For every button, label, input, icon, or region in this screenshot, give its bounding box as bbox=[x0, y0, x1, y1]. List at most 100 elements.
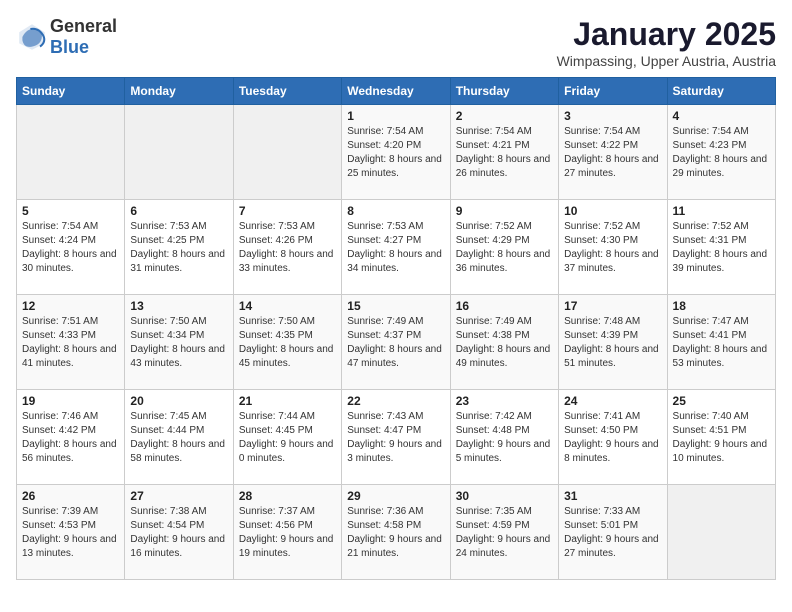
day-info: Sunrise: 7:36 AM Sunset: 4:58 PM Dayligh… bbox=[347, 505, 444, 561]
calendar-cell: 10Sunrise: 7:52 AM Sunset: 4:30 PM Dayli… bbox=[559, 200, 667, 295]
day-number: 2 bbox=[456, 109, 553, 123]
day-number: 23 bbox=[456, 394, 553, 408]
day-number: 13 bbox=[130, 299, 227, 313]
day-number: 17 bbox=[564, 299, 661, 313]
calendar-cell: 28 Sunrise: 7:37 AM Sunset: 4:56 PM Dayli… bbox=[233, 485, 341, 580]
day-number: 3 bbox=[564, 109, 661, 123]
day-number: 16 bbox=[456, 299, 553, 313]
day-number: 12 bbox=[22, 299, 119, 313]
day-number: 30 bbox=[456, 489, 553, 503]
day-info: Sunrise: 7:44 AM Sunset: 4:45 PM Dayligh… bbox=[239, 410, 336, 466]
calendar-cell: 20 Sunrise: 7:45 AM Sunset: 4:44 PM Dayli… bbox=[125, 390, 233, 485]
day-number: 6 bbox=[130, 204, 227, 218]
day-number: 19 bbox=[22, 394, 119, 408]
day-info: Sunrise: 7:49 AM Sunset: 4:37 PM Dayligh… bbox=[347, 315, 444, 371]
calendar-cell: 26Sunrise: 7:39 AM Sunset: 4:53 PM Dayli… bbox=[17, 485, 125, 580]
day-number: 4 bbox=[673, 109, 770, 123]
day-info: Sunrise: 7:53 AM Sunset: 4:27 PM Dayligh… bbox=[347, 220, 444, 276]
calendar-week-row: 5 Sunrise: 7:54 AM Sunset: 4:24 PM Daylig… bbox=[17, 200, 776, 295]
calendar-cell: 5 Sunrise: 7:54 AM Sunset: 4:24 PM Daylig… bbox=[17, 200, 125, 295]
day-number: 28 bbox=[239, 489, 336, 503]
calendar-cell: 1Sunrise: 7:54 AM Sunset: 4:20 PM Daylig… bbox=[342, 105, 450, 200]
day-number: 1 bbox=[347, 109, 444, 123]
day-number: 8 bbox=[347, 204, 444, 218]
day-info: Sunrise: 7:52 AM Sunset: 4:31 PM Dayligh… bbox=[673, 220, 770, 276]
column-header-thursday: Thursday bbox=[450, 78, 558, 105]
day-number: 22 bbox=[347, 394, 444, 408]
day-info: Sunrise: 7:42 AM Sunset: 4:48 PM Dayligh… bbox=[456, 410, 553, 466]
day-number: 21 bbox=[239, 394, 336, 408]
calendar-cell: 7Sunrise: 7:53 AM Sunset: 4:26 PM Daylig… bbox=[233, 200, 341, 295]
calendar-cell bbox=[17, 105, 125, 200]
calendar-cell bbox=[233, 105, 341, 200]
calendar-cell: 4 Sunrise: 7:54 AM Sunset: 4:23 PM Daylig… bbox=[667, 105, 775, 200]
calendar-cell: 2 Sunrise: 7:54 AM Sunset: 4:21 PM Daylig… bbox=[450, 105, 558, 200]
calendar-cell: 30Sunrise: 7:35 AM Sunset: 4:59 PM Dayli… bbox=[450, 485, 558, 580]
day-info: Sunrise: 7:53 AM Sunset: 4:25 PM Dayligh… bbox=[130, 220, 227, 276]
calendar-cell: 6 Sunrise: 7:53 AM Sunset: 4:25 PM Daylig… bbox=[125, 200, 233, 295]
calendar-cell: 23 Sunrise: 7:42 AM Sunset: 4:48 PM Dayli… bbox=[450, 390, 558, 485]
day-info: Sunrise: 7:37 AM Sunset: 4:56 PM Dayligh… bbox=[239, 505, 336, 561]
column-header-monday: Monday bbox=[125, 78, 233, 105]
day-info: Sunrise: 7:50 AM Sunset: 4:35 PM Dayligh… bbox=[239, 315, 336, 371]
calendar-cell bbox=[667, 485, 775, 580]
day-number: 15 bbox=[347, 299, 444, 313]
day-number: 25 bbox=[673, 394, 770, 408]
day-info: Sunrise: 7:52 AM Sunset: 4:29 PM Dayligh… bbox=[456, 220, 553, 276]
day-info: Sunrise: 7:45 AM Sunset: 4:44 PM Dayligh… bbox=[130, 410, 227, 466]
day-info: Sunrise: 7:52 AM Sunset: 4:30 PM Dayligh… bbox=[564, 220, 661, 276]
day-number: 20 bbox=[130, 394, 227, 408]
calendar-cell: 24 Sunrise: 7:41 AM Sunset: 4:50 PM Dayli… bbox=[559, 390, 667, 485]
day-info: Sunrise: 7:54 AM Sunset: 4:23 PM Dayligh… bbox=[673, 125, 770, 181]
day-info: Sunrise: 7:49 AM Sunset: 4:38 PM Dayligh… bbox=[456, 315, 553, 371]
day-number: 24 bbox=[564, 394, 661, 408]
day-number: 9 bbox=[456, 204, 553, 218]
month-title: January 2025 bbox=[557, 16, 776, 53]
calendar-cell: 8 Sunrise: 7:53 AM Sunset: 4:27 PM Daylig… bbox=[342, 200, 450, 295]
day-info: Sunrise: 7:39 AM Sunset: 4:53 PM Dayligh… bbox=[22, 505, 119, 561]
column-header-wednesday: Wednesday bbox=[342, 78, 450, 105]
day-number: 31 bbox=[564, 489, 661, 503]
page-header: General Blue January 2025 Wimpassing, Up… bbox=[16, 16, 776, 69]
calendar-week-row: 26Sunrise: 7:39 AM Sunset: 4:53 PM Dayli… bbox=[17, 485, 776, 580]
location-subtitle: Wimpassing, Upper Austria, Austria bbox=[557, 53, 776, 69]
day-info: Sunrise: 7:54 AM Sunset: 4:21 PM Dayligh… bbox=[456, 125, 553, 181]
calendar-cell: 15 Sunrise: 7:49 AM Sunset: 4:37 PM Dayli… bbox=[342, 295, 450, 390]
day-info: Sunrise: 7:46 AM Sunset: 4:42 PM Dayligh… bbox=[22, 410, 119, 466]
day-info: Sunrise: 7:48 AM Sunset: 4:39 PM Dayligh… bbox=[564, 315, 661, 371]
column-header-tuesday: Tuesday bbox=[233, 78, 341, 105]
day-info: Sunrise: 7:54 AM Sunset: 4:24 PM Dayligh… bbox=[22, 220, 119, 276]
column-header-friday: Friday bbox=[559, 78, 667, 105]
calendar-cell: 3 Sunrise: 7:54 AM Sunset: 4:22 PM Daylig… bbox=[559, 105, 667, 200]
day-info: Sunrise: 7:53 AM Sunset: 4:26 PM Dayligh… bbox=[239, 220, 336, 276]
calendar-cell: 9 Sunrise: 7:52 AM Sunset: 4:29 PM Daylig… bbox=[450, 200, 558, 295]
day-number: 11 bbox=[673, 204, 770, 218]
logo-icon bbox=[16, 21, 48, 53]
calendar-cell: 22 Sunrise: 7:43 AM Sunset: 4:47 PM Dayli… bbox=[342, 390, 450, 485]
calendar-cell: 13 Sunrise: 7:50 AM Sunset: 4:34 PM Dayli… bbox=[125, 295, 233, 390]
calendar-week-row: 12Sunrise: 7:51 AM Sunset: 4:33 PM Dayli… bbox=[17, 295, 776, 390]
calendar-cell: 11 Sunrise: 7:52 AM Sunset: 4:31 PM Dayli… bbox=[667, 200, 775, 295]
logo-blue-text: Blue bbox=[50, 37, 89, 57]
day-info: Sunrise: 7:33 AM Sunset: 5:01 PM Dayligh… bbox=[564, 505, 661, 561]
day-info: Sunrise: 7:43 AM Sunset: 4:47 PM Dayligh… bbox=[347, 410, 444, 466]
column-header-saturday: Saturday bbox=[667, 78, 775, 105]
calendar-cell: 19 Sunrise: 7:46 AM Sunset: 4:42 PM Dayli… bbox=[17, 390, 125, 485]
calendar-week-row: 19 Sunrise: 7:46 AM Sunset: 4:42 PM Dayli… bbox=[17, 390, 776, 485]
calendar-cell: 16 Sunrise: 7:49 AM Sunset: 4:38 PM Dayli… bbox=[450, 295, 558, 390]
day-info: Sunrise: 7:47 AM Sunset: 4:41 PM Dayligh… bbox=[673, 315, 770, 371]
day-number: 14 bbox=[239, 299, 336, 313]
day-info: Sunrise: 7:38 AM Sunset: 4:54 PM Dayligh… bbox=[130, 505, 227, 561]
calendar-table: SundayMondayTuesdayWednesdayThursdayFrid… bbox=[16, 77, 776, 580]
title-block: January 2025 Wimpassing, Upper Austria, … bbox=[557, 16, 776, 69]
calendar-cell: 17 Sunrise: 7:48 AM Sunset: 4:39 PM Dayli… bbox=[559, 295, 667, 390]
day-info: Sunrise: 7:54 AM Sunset: 4:22 PM Dayligh… bbox=[564, 125, 661, 181]
calendar-cell: 21 Sunrise: 7:44 AM Sunset: 4:45 PM Dayli… bbox=[233, 390, 341, 485]
day-number: 29 bbox=[347, 489, 444, 503]
day-info: Sunrise: 7:40 AM Sunset: 4:51 PM Dayligh… bbox=[673, 410, 770, 466]
day-info: Sunrise: 7:41 AM Sunset: 4:50 PM Dayligh… bbox=[564, 410, 661, 466]
calendar-cell: 14 Sunrise: 7:50 AM Sunset: 4:35 PM Dayli… bbox=[233, 295, 341, 390]
logo-general-text: General bbox=[50, 16, 117, 36]
day-number: 5 bbox=[22, 204, 119, 218]
day-info: Sunrise: 7:50 AM Sunset: 4:34 PM Dayligh… bbox=[130, 315, 227, 371]
